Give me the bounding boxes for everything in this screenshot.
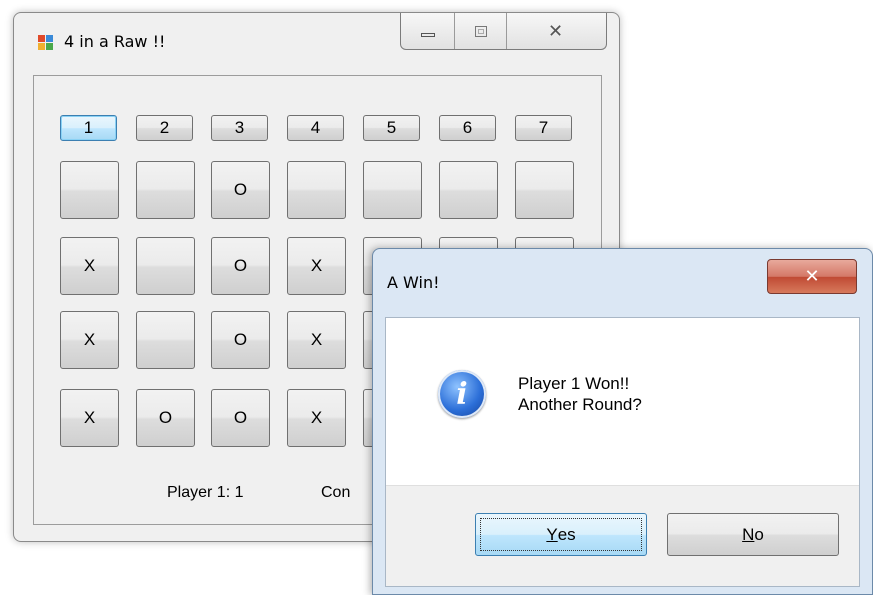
board-cell-r3-c4[interactable]: X: [287, 311, 346, 369]
close-icon: ✕: [547, 20, 564, 42]
board-cell-r1-c3[interactable]: O: [211, 161, 270, 219]
board-cell-r4-c1[interactable]: X: [60, 389, 119, 447]
board-cell-r3-c2[interactable]: [136, 311, 195, 369]
no-button[interactable]: No: [667, 513, 839, 556]
dialog-close-button[interactable]: ✕: [767, 259, 857, 294]
board-cell-r2-c1[interactable]: X: [60, 237, 119, 295]
board-cell-r2-c2[interactable]: [136, 237, 195, 295]
board-cell-r1-c4[interactable]: [287, 161, 346, 219]
column-button-5[interactable]: 5: [363, 115, 420, 141]
board-cell-r1-c5[interactable]: [363, 161, 422, 219]
board-cell-r1-c7[interactable]: [515, 161, 574, 219]
yes-label-rest: es: [557, 524, 576, 544]
board-cell-r3-c1[interactable]: X: [60, 311, 119, 369]
maximize-button[interactable]: [455, 13, 507, 49]
board-cell-r2-c4[interactable]: X: [287, 237, 346, 295]
dialog-footer: Yes No: [386, 485, 859, 586]
board-cell-r1-c2[interactable]: [136, 161, 195, 219]
minimize-icon: [420, 33, 435, 37]
board-cell-r3-c3[interactable]: O: [211, 311, 270, 369]
yes-button[interactable]: Yes: [475, 513, 647, 556]
other-score-label: Con: [321, 484, 351, 501]
no-mnemonic: N: [742, 524, 755, 544]
board-cell-r2-c3[interactable]: O: [211, 237, 270, 295]
column-button-6[interactable]: 6: [439, 115, 496, 141]
dialog-body: i Player 1 Won!! Another Round? Yes No: [385, 317, 860, 587]
close-button[interactable]: ✕: [507, 13, 604, 49]
column-button-2[interactable]: 2: [136, 115, 193, 141]
dialog-message-line2: Another Round?: [518, 395, 642, 414]
board-cell-r4-c3[interactable]: O: [211, 389, 270, 447]
column-button-3[interactable]: 3: [211, 115, 268, 141]
title-bar[interactable]: 4 in a Raw !! ✕: [14, 13, 619, 73]
board-cell-r1-c1[interactable]: [60, 161, 119, 219]
yes-mnemonic: Y: [546, 524, 558, 544]
board-cell-r4-c2[interactable]: O: [136, 389, 195, 447]
minimize-button[interactable]: [401, 13, 455, 49]
dialog-title: A Win!: [387, 273, 440, 292]
board-cell-r4-c4[interactable]: X: [287, 389, 346, 447]
no-label-rest: o: [754, 524, 764, 544]
board-cell-r1-c6[interactable]: [439, 161, 498, 219]
info-icon: i: [438, 370, 486, 418]
window-title: 4 in a Raw !!: [64, 32, 166, 51]
column-button-4[interactable]: 4: [287, 115, 344, 141]
player1-score: Player 1: 1: [167, 484, 244, 501]
caption-buttons: ✕: [400, 13, 607, 50]
app-icon: [38, 35, 54, 51]
win-dialog: A Win! ✕ i Player 1 Won!! Another Round?…: [372, 248, 873, 595]
column-button-7[interactable]: 7: [515, 115, 572, 141]
dialog-message-line1: Player 1 Won!!: [518, 374, 630, 393]
close-icon: ✕: [804, 266, 820, 287]
column-button-1[interactable]: 1: [60, 115, 117, 141]
maximize-icon: [474, 25, 487, 37]
